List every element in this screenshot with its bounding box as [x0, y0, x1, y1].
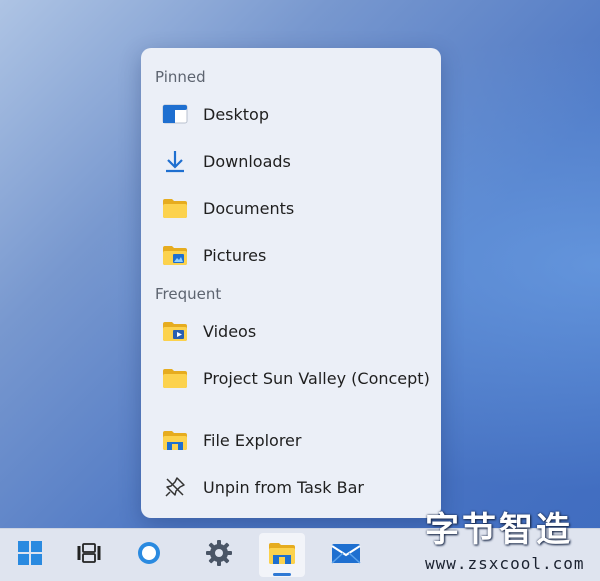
jumplist-item-documents[interactable]: Documents [149, 188, 433, 228]
jumplist-item-downloads[interactable]: Downloads [149, 141, 433, 181]
jumplist-item-pictures[interactable]: Pictures [149, 235, 433, 275]
download-arrow-icon [161, 147, 189, 175]
jumplist-item-label: Documents [203, 198, 295, 218]
gear-icon [205, 539, 233, 571]
folder-icon [161, 194, 189, 222]
jumplist-action-file-explorer[interactable]: File Explorer [149, 420, 433, 460]
file-explorer-icon [161, 426, 189, 454]
jumplist-item-label: Unpin from Task Bar [203, 477, 364, 497]
jump-list-menu: Pinned Desktop Downloads Documents Pictu… [141, 48, 441, 518]
watermark: 字节智造 www.zsxcool.com [425, 512, 597, 578]
file-explorer-icon [268, 541, 296, 569]
taskbar-file-explorer-button[interactable] [259, 533, 305, 577]
jumplist-item-label: Pictures [203, 245, 267, 265]
watermark-url: www.zsxcool.com [425, 554, 585, 573]
unpin-icon [161, 473, 189, 501]
jumplist-item-project-sun-valley[interactable]: Project Sun Valley (Concept) [149, 358, 433, 398]
taskbar-task-view-button[interactable] [66, 533, 112, 577]
watermark-text: 字节智造 [425, 510, 573, 550]
taskbar-settings-button[interactable] [196, 533, 242, 577]
jumplist-item-videos[interactable]: Videos [149, 311, 433, 351]
search-circle-icon [135, 539, 163, 571]
mail-icon [331, 541, 361, 569]
jumplist-item-desktop[interactable]: Desktop [149, 94, 433, 134]
desktop-icon [161, 100, 189, 128]
task-view-icon [76, 541, 102, 569]
section-title-frequent: Frequent [155, 285, 222, 303]
taskbar-start-button[interactable] [7, 533, 53, 577]
videos-folder-icon [161, 317, 189, 345]
taskbar-search-button[interactable] [126, 533, 172, 577]
jumplist-action-unpin[interactable]: Unpin from Task Bar [149, 467, 433, 507]
windows-logo-icon [17, 540, 43, 570]
section-title-pinned: Pinned [155, 68, 206, 86]
jumplist-item-label: Videos [203, 321, 257, 341]
jumplist-item-label: Downloads [203, 151, 291, 171]
jumplist-item-label: Project Sun Valley (Concept) [203, 368, 430, 388]
folder-icon [161, 364, 189, 392]
jumplist-item-label: File Explorer [203, 430, 302, 450]
pictures-folder-icon [161, 241, 189, 269]
jumplist-item-label: Desktop [203, 104, 269, 124]
taskbar-mail-button[interactable] [323, 533, 369, 577]
